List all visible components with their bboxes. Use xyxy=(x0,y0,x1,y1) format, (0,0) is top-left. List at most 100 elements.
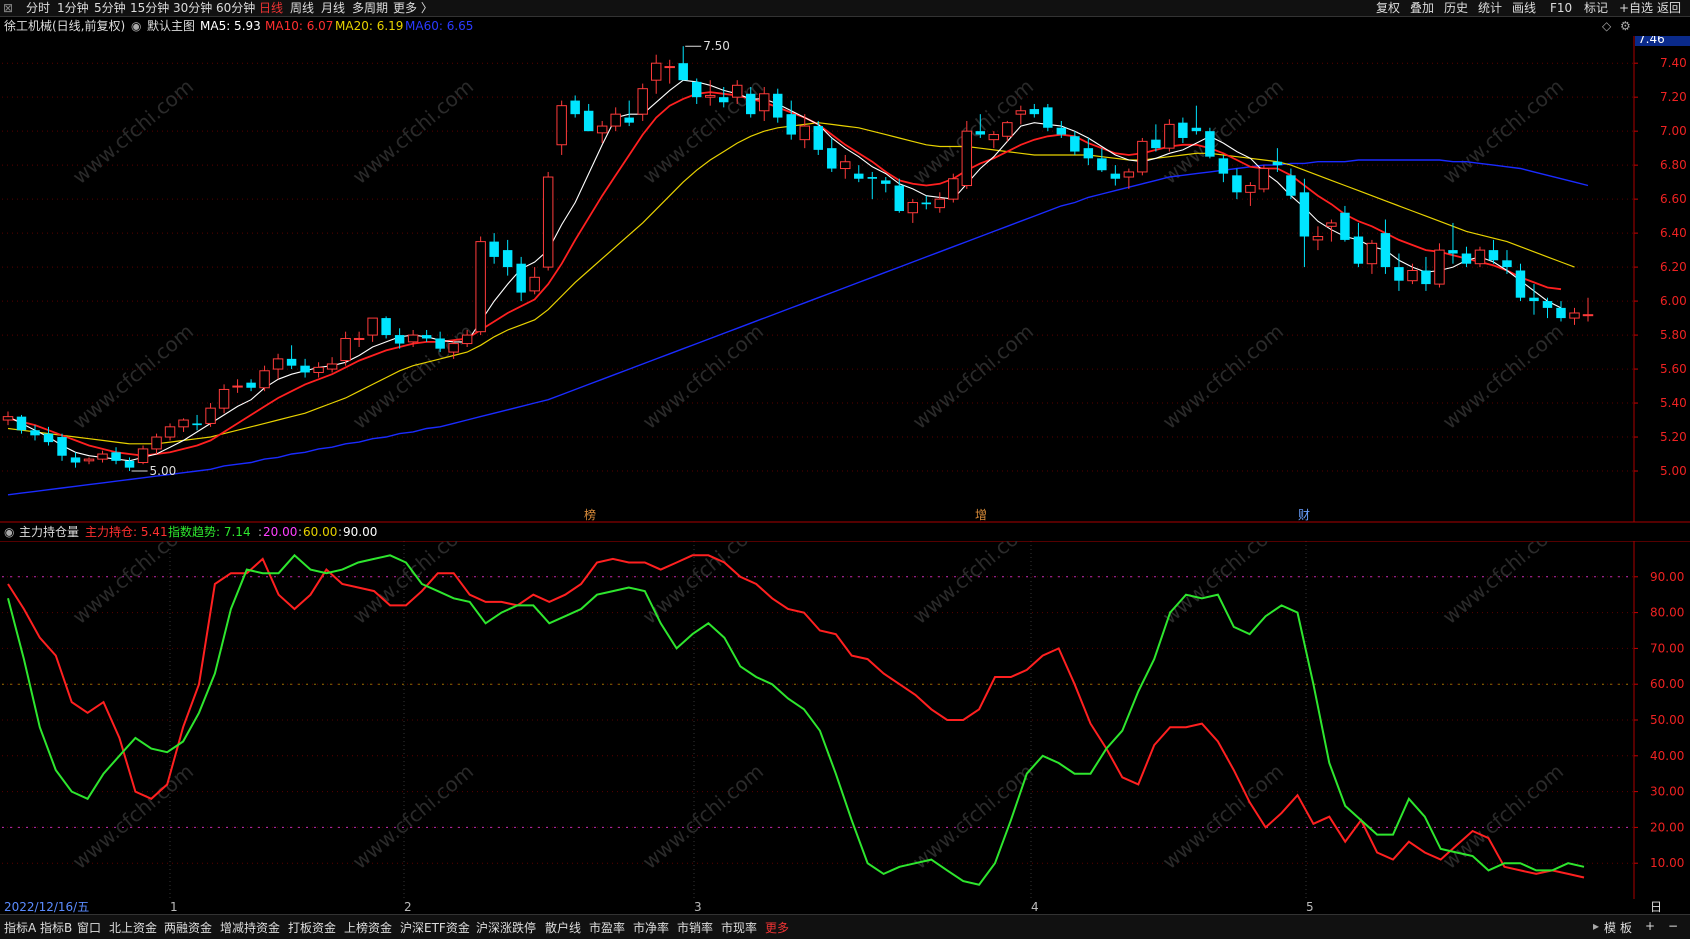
period-fenshi[interactable]: 分时 xyxy=(26,0,50,16)
candle-body-up xyxy=(367,317,378,336)
zoom-out-button[interactable]: − xyxy=(1668,919,1678,933)
period-toolbar: ⊠ 分时 1分钟 5分钟 15分钟 30分钟 60分钟 日线 周线 月线 多周期… xyxy=(0,0,1690,17)
fuquan-button[interactable]: 复权 xyxy=(1376,0,1400,16)
indicator-toggle-icon[interactable]: ◉ xyxy=(4,524,14,540)
board-button[interactable]: 板 xyxy=(1620,919,1632,936)
price-tick-label: 5.60 xyxy=(1660,362,1687,376)
overlay-button[interactable]: 叠加 xyxy=(1410,0,1434,16)
candle-body-up xyxy=(759,93,770,112)
candle-body-up xyxy=(272,358,284,370)
zoom-in-button[interactable]: + xyxy=(1645,919,1655,933)
candle-body-down xyxy=(854,173,864,179)
period-daily[interactable]: 日线 xyxy=(259,0,283,16)
candle-body-down xyxy=(502,250,513,268)
candle-body-up xyxy=(1569,312,1580,319)
period-5min[interactable]: 5分钟 xyxy=(94,0,126,16)
period-multi[interactable]: 多周期 xyxy=(352,0,388,16)
period-monthly[interactable]: 月线 xyxy=(321,0,345,16)
candle-body-up xyxy=(1164,123,1175,149)
candle-body-up xyxy=(218,388,230,409)
candle-body-down xyxy=(1488,250,1499,261)
candle-body-down xyxy=(394,335,405,344)
price-tick-label: 5.40 xyxy=(1660,396,1687,410)
period-weekly[interactable]: 周线 xyxy=(290,0,314,16)
candle-body-down xyxy=(1515,270,1526,298)
tab-limit-stats[interactable]: 沪深涨跌停 xyxy=(476,919,536,936)
current-price-label: 7.46 xyxy=(1638,36,1665,46)
history-button[interactable]: 历史 xyxy=(1444,0,1468,16)
candle xyxy=(542,171,554,271)
candle-body-up xyxy=(650,62,662,81)
candle-body-up xyxy=(259,370,270,389)
settings-gear-icon[interactable]: ⚙ xyxy=(1620,19,1631,33)
cursor-date: 2022/12/16/五 xyxy=(4,900,90,914)
indicator-name[interactable]: 主力持仓量 xyxy=(19,524,79,540)
f10-button[interactable]: F10 xyxy=(1550,0,1572,16)
candle-body-up xyxy=(340,337,351,362)
candle xyxy=(1258,165,1270,193)
candle-body-down xyxy=(1461,253,1472,264)
candle-body-down xyxy=(246,382,256,388)
period-30min[interactable]: 30分钟 xyxy=(173,0,212,16)
tab-more[interactable]: 更多 xyxy=(765,919,789,936)
menu-icon[interactable]: ⊠ xyxy=(3,0,13,16)
tab-limit-up-fund[interactable]: 打板资金 xyxy=(288,919,336,936)
candle-body-down xyxy=(1421,270,1431,285)
tab-indicator-a[interactable]: 指标A xyxy=(4,919,36,936)
candle-body-up xyxy=(448,343,459,353)
candle-body-down xyxy=(57,437,67,456)
template-icon[interactable]: ◉ xyxy=(131,17,141,35)
period-60min[interactable]: 60分钟 xyxy=(216,0,255,16)
tab-holding-change[interactable]: 增减持资金 xyxy=(220,919,280,936)
tab-pe[interactable]: 市盈率 xyxy=(589,919,625,936)
month-label-1: 1 xyxy=(170,900,178,914)
candle-body-up xyxy=(529,276,540,292)
indicator-chart[interactable]: 90.00 80.00 70.00 60.00 50.00 40.00 30.00 20.00… xyxy=(0,541,1690,900)
tab-margin[interactable]: 两融资金 xyxy=(164,919,212,936)
candle-body-down xyxy=(1178,122,1188,138)
candle-body-down xyxy=(489,241,499,257)
month-label-5: 5 xyxy=(1306,900,1314,914)
candle-body-up xyxy=(1123,171,1135,178)
tab-toplist-fund[interactable]: 上榜资金 xyxy=(344,919,392,936)
candle-body-down xyxy=(1083,148,1094,159)
tab-retail-line[interactable]: 散户线 xyxy=(545,919,581,936)
candle-body-down xyxy=(1542,301,1553,308)
candle-body-up xyxy=(542,176,554,268)
candle-body-down xyxy=(786,114,796,135)
tab-pcf[interactable]: 市现率 xyxy=(721,919,757,936)
back-button[interactable]: 返回 xyxy=(1657,0,1681,16)
tab-pb[interactable]: 市净率 xyxy=(633,919,669,936)
period-more[interactable]: 更多 〉 xyxy=(393,0,433,16)
add-watchlist-button[interactable]: +自选 xyxy=(1619,0,1653,16)
tab-indicator-b[interactable]: 指标B xyxy=(40,919,72,936)
ma20-value: MA20: 6.19 xyxy=(335,19,404,33)
candle-body-down xyxy=(570,100,580,115)
candle xyxy=(961,120,973,189)
stats-button[interactable]: 统计 xyxy=(1478,0,1502,16)
tab-etf-fund[interactable]: 沪深ETF资金 xyxy=(400,919,470,936)
template-name[interactable]: 默认主图 xyxy=(147,17,195,35)
candle-body-down xyxy=(1556,307,1566,319)
scroll-left-icon[interactable]: ▸ xyxy=(1593,919,1599,933)
candlestick-chart[interactable]: 7.40 7.20 7.00 6.80 6.60 6.40 6.20 6.00 5.80 5.60… xyxy=(0,36,1690,524)
diamond-icon[interactable]: ◇ xyxy=(1602,19,1611,33)
period-15min[interactable]: 15分钟 xyxy=(130,0,169,16)
stock-title: 徐工机械(日线,前复权) xyxy=(4,19,126,33)
mark-button[interactable]: 标记 xyxy=(1584,0,1608,16)
month-label-4: 4 xyxy=(1031,900,1039,914)
candle-body-up xyxy=(1258,168,1270,190)
template-button[interactable]: 模 xyxy=(1604,919,1616,936)
candle-body-down xyxy=(881,180,891,184)
bottom-tab-bar: 指标A 指标B 窗口 北上资金 两融资金 增减持资金 打板资金 上榜资金 沪深E… xyxy=(0,914,1690,939)
tab-ps[interactable]: 市销率 xyxy=(677,919,713,936)
period-1min[interactable]: 1分钟 xyxy=(57,0,89,16)
ma60-value: MA60: 6.65 xyxy=(405,19,474,33)
candle xyxy=(813,120,823,155)
tab-northbound[interactable]: 北上资金 xyxy=(109,919,157,936)
price-tick-label: 6.40 xyxy=(1660,226,1687,240)
indicator-main-value: 主力持仓: 5.41 xyxy=(85,525,168,539)
candle-body-up xyxy=(461,334,473,345)
tab-window[interactable]: 窗口 xyxy=(77,919,101,936)
draw-button[interactable]: 画线 xyxy=(1512,0,1536,16)
